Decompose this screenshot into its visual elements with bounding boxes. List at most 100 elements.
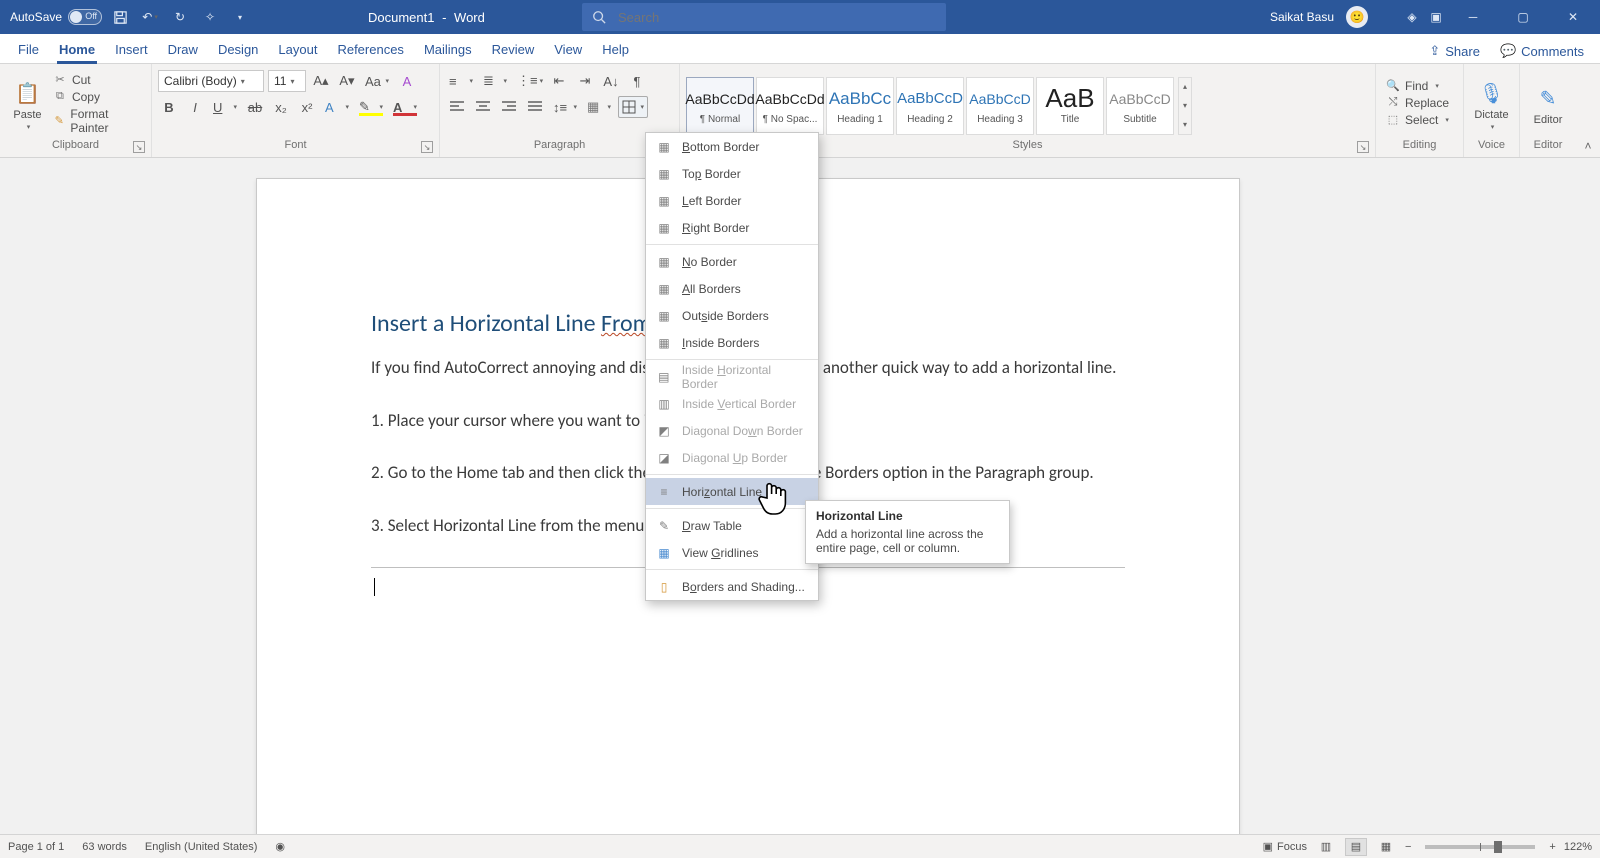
menu-right-border[interactable]: ▦Right Border — [646, 214, 818, 241]
tab-help[interactable]: Help — [592, 36, 639, 63]
font-name-combo[interactable]: Calibri (Body)▾ — [158, 70, 264, 92]
user-avatar[interactable]: 🙂 — [1346, 6, 1368, 28]
decrease-font-icon[interactable]: A▾ — [336, 70, 358, 92]
tab-file[interactable]: File — [8, 36, 49, 63]
subscript-button[interactable]: x₂ — [270, 96, 292, 118]
search-input[interactable] — [616, 9, 936, 26]
italic-button[interactable]: I — [184, 96, 206, 118]
font-color-button[interactable]: A▾ — [390, 96, 420, 118]
collapse-ribbon-icon[interactable]: ˄ — [1584, 139, 1591, 153]
menu-outside-borders[interactable]: ▦Outside Borders — [646, 302, 818, 329]
change-case-button[interactable]: Aa▾ — [362, 70, 392, 92]
increase-indent-button[interactable]: ⇥ — [574, 70, 596, 92]
menu-borders-shading[interactable]: ▯Borders and Shading... — [646, 573, 818, 600]
style-subtitle[interactable]: AaBbCcDSubtitle — [1106, 77, 1174, 135]
web-layout-button[interactable]: ▦ — [1375, 838, 1397, 856]
style-title[interactable]: AaBTitle — [1036, 77, 1104, 135]
copy-button[interactable]: ⧉Copy — [53, 90, 141, 104]
autosave-toggle[interactable]: AutoSave Off — [10, 9, 102, 25]
print-layout-button[interactable]: ▤ — [1345, 838, 1367, 856]
zoom-in-button[interactable]: + — [1549, 841, 1555, 853]
redo-icon[interactable]: ↻ — [172, 9, 188, 25]
focus-mode-button[interactable]: ▣Focus — [1263, 840, 1307, 853]
tab-draw[interactable]: Draw — [158, 36, 208, 63]
select-button[interactable]: ⬚Select▾ — [1386, 113, 1449, 127]
superscript-button[interactable]: x² — [296, 96, 318, 118]
line-spacing-button[interactable]: ↕≡▾ — [550, 96, 580, 118]
menu-inside-horizontal[interactable]: ▤Inside Horizontal Border — [646, 363, 818, 390]
save-icon[interactable] — [112, 9, 128, 25]
find-button[interactable]: 🔍Find▾ — [1386, 79, 1449, 93]
multilevel-list-button[interactable]: ⋮≡▾ — [514, 70, 544, 92]
highlight-button[interactable]: ✎▾ — [356, 96, 386, 118]
menu-all-borders[interactable]: ▦All Borders — [646, 275, 818, 302]
menu-left-border[interactable]: ▦Left Border — [646, 187, 818, 214]
status-language[interactable]: English (United States) — [145, 841, 258, 853]
minimize-button[interactable]: ─ — [1452, 0, 1494, 34]
user-name[interactable]: Saikat Basu — [1270, 10, 1334, 24]
tab-references[interactable]: References — [327, 36, 413, 63]
undo-icon[interactable]: ↶▾ — [142, 9, 158, 25]
status-page[interactable]: Page 1 of 1 — [8, 841, 64, 853]
shading-button[interactable]: ▦▾ — [584, 96, 614, 118]
zoom-slider[interactable] — [1425, 845, 1535, 849]
font-size-combo[interactable]: 11▾ — [268, 70, 306, 92]
touch-mode-icon[interactable]: ✧ — [202, 9, 218, 25]
zoom-level[interactable]: 122% — [1564, 841, 1592, 853]
dialog-launcher-icon[interactable]: ↘ — [421, 141, 433, 153]
style-normal[interactable]: AaBbCcDd¶ Normal — [686, 77, 754, 135]
zoom-out-button[interactable]: − — [1405, 841, 1411, 853]
menu-diagonal-up[interactable]: ◪Diagonal Up Border — [646, 444, 818, 471]
style-heading3[interactable]: AaBbCcDHeading 3 — [966, 77, 1034, 135]
menu-inside-borders[interactable]: ▦Inside Borders — [646, 329, 818, 356]
replace-button[interactable]: ⤭Replace — [1386, 96, 1449, 110]
increase-font-icon[interactable]: A▴ — [310, 70, 332, 92]
comments-button[interactable]: 💬Comments — [1492, 39, 1592, 63]
dialog-launcher-icon[interactable]: ↘ — [133, 141, 145, 153]
align-left-button[interactable] — [446, 96, 468, 118]
menu-horizontal-line[interactable]: ≡Horizontal Line — [646, 478, 818, 505]
bold-button[interactable]: B — [158, 96, 180, 118]
menu-top-border[interactable]: ▦Top Border — [646, 160, 818, 187]
align-right-button[interactable] — [498, 96, 520, 118]
dictate-button[interactable]: 🎙Dictate▾ — [1470, 68, 1513, 139]
justify-button[interactable] — [524, 96, 546, 118]
clear-formatting-icon[interactable]: A — [396, 70, 418, 92]
gallery-scroll[interactable]: ▴▾▾ — [1178, 77, 1192, 135]
tab-design[interactable]: Design — [208, 36, 268, 63]
paste-button[interactable]: 📋 Paste ▾ — [6, 68, 49, 139]
diamond-icon[interactable]: ◈ — [1404, 9, 1420, 25]
menu-inside-vertical[interactable]: ▥Inside Vertical Border — [646, 390, 818, 417]
editor-button[interactable]: ✎Editor — [1526, 68, 1570, 139]
menu-view-gridlines[interactable]: ▦View Gridlines — [646, 539, 818, 566]
menu-diagonal-down[interactable]: ◩Diagonal Down Border — [646, 417, 818, 444]
tab-insert[interactable]: Insert — [105, 36, 158, 63]
read-mode-button[interactable]: ▥ — [1315, 838, 1337, 856]
close-button[interactable]: ✕ — [1552, 0, 1594, 34]
decrease-indent-button[interactable]: ⇤ — [548, 70, 570, 92]
style-heading2[interactable]: AaBbCcDHeading 2 — [896, 77, 964, 135]
menu-no-border[interactable]: ▦No Border — [646, 248, 818, 275]
numbering-button[interactable]: ≣▾ — [480, 70, 510, 92]
maximize-button[interactable]: ▢ — [1502, 0, 1544, 34]
text-effects-button[interactable]: A▾ — [322, 96, 352, 118]
qat-dropdown-icon[interactable]: ▾ — [232, 9, 248, 25]
strikethrough-button[interactable]: ab — [244, 96, 266, 118]
borders-button[interactable]: ▾ — [618, 96, 648, 118]
style-nospacing[interactable]: AaBbCcDd¶ No Spac... — [756, 77, 824, 135]
cut-button[interactable]: ✂Cut — [53, 73, 141, 87]
dialog-launcher-icon[interactable]: ↘ — [1357, 141, 1369, 153]
styles-gallery[interactable]: AaBbCcDd¶ Normal AaBbCcDd¶ No Spac... Aa… — [686, 68, 1192, 139]
tab-home[interactable]: Home — [49, 36, 105, 63]
underline-button[interactable]: U▾ — [210, 96, 240, 118]
tab-mailings[interactable]: Mailings — [414, 36, 482, 63]
status-words[interactable]: 63 words — [82, 841, 127, 853]
sort-button[interactable]: A↓ — [600, 70, 622, 92]
menu-draw-table[interactable]: ✎Draw Table — [646, 512, 818, 539]
tab-layout[interactable]: Layout — [268, 36, 327, 63]
share-button[interactable]: ⇪Share — [1421, 39, 1488, 63]
tab-view[interactable]: View — [544, 36, 592, 63]
macro-recorder-icon[interactable]: ◉ — [275, 840, 285, 853]
align-center-button[interactable] — [472, 96, 494, 118]
bullets-button[interactable]: ≡▾ — [446, 70, 476, 92]
